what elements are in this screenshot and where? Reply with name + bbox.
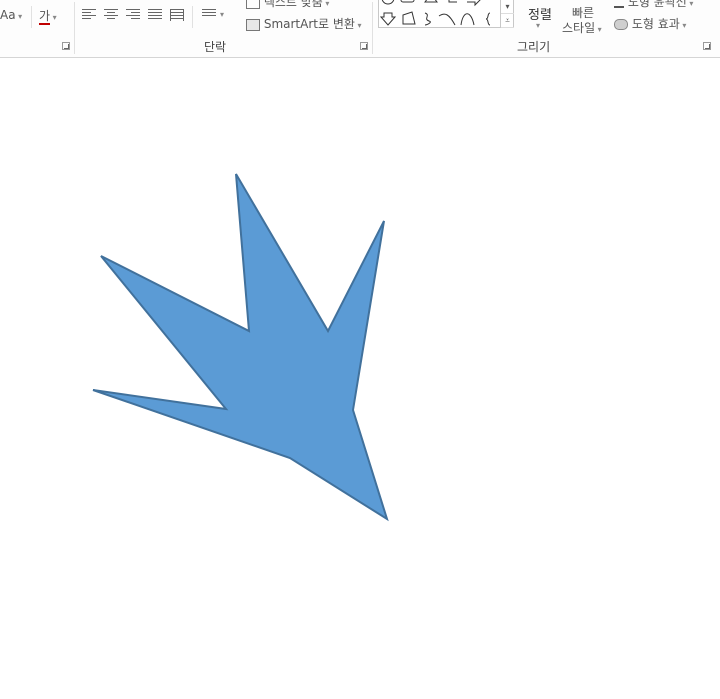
change-case-label: Aa — [0, 8, 16, 22]
convert-smartart-button[interactable]: SmartArt로 변환 ▾ — [246, 15, 361, 32]
align-text-label: 텍스트 맞춤 — [263, 0, 323, 9]
quick-styles-button-line2[interactable]: 스타일 ▾ — [562, 19, 602, 36]
toolbar-divider — [192, 6, 193, 28]
shapes-gallery-icons — [379, 0, 491, 26]
align-left-icon[interactable] — [82, 9, 96, 21]
change-case-button[interactable]: Aa ▾ — [0, 8, 22, 22]
ribbon: Aa ▾ 가 ▾ ▾ 텍스트 맞춤 ▾ SmartArt로 변환 ▾ 단락 ▾ … — [0, 0, 720, 58]
paragraph-dialog-launcher[interactable] — [360, 42, 368, 50]
paragraph-group-label: 단락 — [204, 40, 227, 54]
justify-icon[interactable] — [148, 9, 162, 21]
font-color-button[interactable]: 가 ▾ — [39, 7, 57, 25]
smartart-label: SmartArt로 변환 — [263, 17, 355, 31]
pencil-icon — [614, 0, 624, 8]
drawing-group-label: 그리기 — [517, 40, 551, 54]
chevron-down-icon: ▾ — [354, 21, 362, 30]
gallery-more-icon[interactable]: ⩡ — [501, 14, 514, 28]
group-divider — [74, 2, 75, 54]
align-text-button[interactable]: 텍스트 맞춤 ▾ — [246, 0, 329, 10]
shapes-gallery[interactable]: ▾ ⩡ — [378, 0, 514, 28]
columns-icon[interactable] — [202, 9, 216, 21]
shape-outline-button[interactable]: 도형 윤곽선 ▾ — [614, 0, 693, 10]
align-text-icon — [246, 0, 260, 9]
font-dialog-launcher[interactable] — [62, 42, 70, 50]
slide-canvas — [92, 173, 389, 522]
shape-outline-label: 도형 윤곽선 — [627, 0, 687, 9]
group-divider — [372, 2, 373, 54]
align-center-icon[interactable] — [104, 9, 118, 21]
align-right-icon[interactable] — [126, 9, 140, 21]
chevron-down-icon: ▾ — [15, 12, 23, 21]
quick-styles-line1: 빠른 — [572, 6, 595, 20]
quick-styles-line2: 스타일 — [562, 21, 596, 35]
chevron-down-icon: ▾ — [322, 0, 330, 8]
chevron-down-icon: ▾ — [686, 0, 694, 8]
toolbar-divider — [31, 6, 32, 28]
shape-effects-label: 도형 효과 — [631, 17, 680, 31]
font-color-label: 가 — [39, 9, 51, 25]
smartart-icon — [246, 18, 260, 31]
chevron-down-icon[interactable]: ▾ — [501, 0, 514, 14]
chevron-down-icon: ▾ — [595, 25, 602, 34]
chevron-down-icon[interactable]: ▾ — [220, 10, 224, 19]
chevron-down-icon: ▾ — [679, 21, 687, 30]
drawing-dialog-launcher[interactable] — [703, 42, 711, 50]
freeform-star-shape[interactable] — [92, 173, 389, 522]
shape-effects-button[interactable]: 도형 효과 ▾ — [614, 15, 686, 32]
distributed-icon[interactable] — [170, 9, 184, 21]
chevron-down-icon: ▾ — [50, 13, 57, 22]
gallery-scroll[interactable]: ▾ ⩡ — [500, 0, 514, 28]
chevron-down-icon[interactable]: ▾ — [536, 21, 540, 30]
shape-effects-icon — [614, 19, 628, 30]
